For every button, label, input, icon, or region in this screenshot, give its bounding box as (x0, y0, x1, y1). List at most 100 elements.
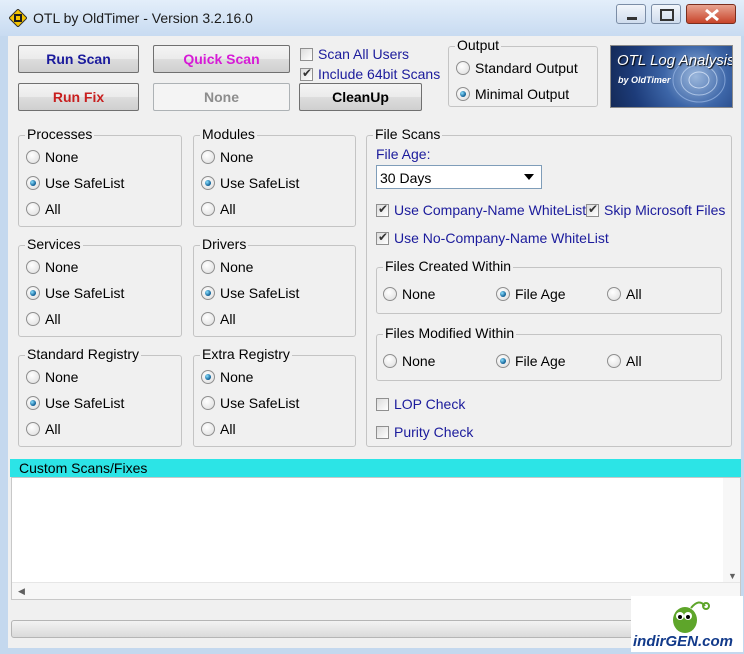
no-company-whitelist-label: Use No-Company-Name WhiteList (394, 230, 609, 246)
std-registry-none-radio[interactable]: None (26, 369, 78, 385)
radio-circle (26, 312, 40, 326)
extra-registry-group-label: Extra Registry (200, 346, 292, 362)
radio-circle (26, 286, 40, 300)
checkbox-box (376, 230, 389, 245)
radio-circle (383, 354, 397, 368)
drivers-group-label: Drivers (200, 236, 249, 252)
title-bar[interactable]: OTL by OldTimer - Version 3.2.16.0 (0, 0, 744, 36)
run-scan-button[interactable]: Run Scan (18, 45, 139, 73)
file-scans-group: File Scans File Age: 30 Days Use Company… (366, 126, 732, 447)
standard-output-label: Standard Output (475, 60, 578, 76)
minimal-output-radio[interactable]: Minimal Output (456, 86, 569, 102)
radio-circle (456, 61, 470, 75)
modules-all-radio[interactable]: All (201, 201, 236, 217)
maximize-button[interactable] (651, 4, 681, 24)
output-group-label: Output (455, 37, 502, 53)
main-panel: Run Scan Quick Scan Run Fix None CleanUp… (8, 36, 743, 652)
files-modified-all-radio[interactable]: All (607, 353, 642, 369)
drivers-all-label: All (220, 311, 236, 327)
radio-circle (201, 202, 215, 216)
extra-registry-none-radio[interactable]: None (201, 369, 253, 385)
purity-check-checkbox[interactable]: Purity Check (376, 424, 473, 440)
files-modified-file-age-radio[interactable]: File Age (496, 353, 566, 369)
close-button[interactable] (686, 4, 736, 24)
no-company-whitelist-checkbox[interactable]: Use No-Company-Name WhiteList (376, 230, 609, 246)
app-icon (9, 9, 27, 27)
radio-circle (26, 422, 40, 436)
standard-registry-group: Standard Registry None Use SafeList All (18, 346, 182, 447)
modules-use-safelist-radio[interactable]: Use SafeList (201, 175, 299, 191)
extra-registry-group: Extra Registry None Use SafeList All (193, 346, 356, 447)
services-use-safelist-radio[interactable]: Use SafeList (26, 285, 124, 301)
checkbox-box (376, 202, 389, 217)
drivers-use-safelist-radio[interactable]: Use SafeList (201, 285, 299, 301)
scan-all-users-label: Scan All Users (318, 46, 410, 62)
services-use-safelist-label: Use SafeList (45, 285, 125, 301)
otl-log-analysis-logo[interactable]: OTL Log Analysis by OldTimer (610, 45, 733, 108)
files-created-all-radio[interactable]: All (607, 286, 642, 302)
radio-circle (26, 396, 40, 410)
extra-registry-all-label: All (220, 421, 236, 437)
custom-scans-textarea[interactable]: ▼ ◀ (11, 477, 741, 600)
standard-output-radio[interactable]: Standard Output (456, 60, 578, 76)
skip-microsoft-files-label: Skip Microsoft Files (604, 202, 726, 218)
company-whitelist-checkbox[interactable]: Use Company-Name WhiteList (376, 202, 586, 218)
modules-group: Modules None Use SafeList All (193, 126, 356, 227)
services-all-radio[interactable]: All (26, 311, 61, 327)
files-modified-none-radio[interactable]: None (383, 353, 435, 369)
logo-title: OTL Log Analysis (617, 52, 733, 69)
quick-scan-button[interactable]: Quick Scan (153, 45, 290, 73)
files-created-file-age-radio[interactable]: File Age (496, 286, 566, 302)
radio-circle (496, 354, 510, 368)
lop-check-checkbox[interactable]: LOP Check (376, 396, 465, 412)
std-registry-all-radio[interactable]: All (26, 421, 61, 437)
files-created-none-radio[interactable]: None (383, 286, 435, 302)
scroll-down-icon[interactable]: ▼ (728, 571, 737, 581)
cleanup-button[interactable]: CleanUp (299, 83, 422, 111)
checkbox-box (586, 202, 599, 217)
checkbox-box (300, 66, 313, 81)
include-64bit-checkbox[interactable]: Include 64bit Scans (300, 66, 440, 82)
close-icon (705, 8, 719, 22)
radio-circle (456, 87, 470, 101)
file-age-select[interactable]: 30 Days (376, 165, 542, 189)
files-modified-file-age-label: File Age (515, 353, 566, 369)
files-created-none-label: None (402, 286, 436, 302)
output-group: Output Standard Output Minimal Output (448, 37, 598, 107)
skip-microsoft-files-checkbox[interactable]: Skip Microsoft Files (586, 202, 725, 218)
modules-none-radio[interactable]: None (201, 149, 253, 165)
minimize-button[interactable] (616, 4, 646, 24)
extra-registry-all-radio[interactable]: All (201, 421, 236, 437)
none-button[interactable]: None (153, 83, 290, 111)
radio-circle (201, 370, 215, 384)
radio-circle (201, 260, 215, 274)
scroll-left-icon[interactable]: ◀ (18, 586, 25, 597)
processes-none-radio[interactable]: None (26, 149, 78, 165)
watermark-text: indirGEN.com (633, 633, 734, 650)
drivers-all-radio[interactable]: All (201, 311, 236, 327)
radio-circle (201, 286, 215, 300)
files-created-group-label: Files Created Within (383, 258, 514, 274)
radio-circle (26, 202, 40, 216)
files-created-all-label: All (626, 286, 642, 302)
radio-circle (201, 176, 215, 190)
services-none-radio[interactable]: None (26, 259, 78, 275)
drivers-none-label: None (220, 259, 254, 275)
processes-all-radio[interactable]: All (26, 201, 61, 217)
radio-circle (201, 150, 215, 164)
run-fix-button[interactable]: Run Fix (18, 83, 139, 111)
drivers-none-radio[interactable]: None (201, 259, 253, 275)
modules-none-label: None (220, 149, 254, 165)
scan-all-users-checkbox[interactable]: Scan All Users (300, 46, 409, 62)
radio-circle (26, 260, 40, 274)
services-none-label: None (45, 259, 79, 275)
vertical-scrollbar[interactable]: ▼ (723, 478, 740, 584)
processes-group: Processes None Use SafeList All (18, 126, 182, 227)
files-modified-group-label: Files Modified Within (383, 325, 517, 341)
maximize-icon (660, 9, 674, 21)
std-registry-use-safelist-radio[interactable]: Use SafeList (26, 395, 124, 411)
processes-use-safelist-radio[interactable]: Use SafeList (26, 175, 124, 191)
extra-registry-use-safelist-radio[interactable]: Use SafeList (201, 395, 299, 411)
files-modified-all-label: All (626, 353, 642, 369)
chevron-down-icon (524, 174, 534, 180)
